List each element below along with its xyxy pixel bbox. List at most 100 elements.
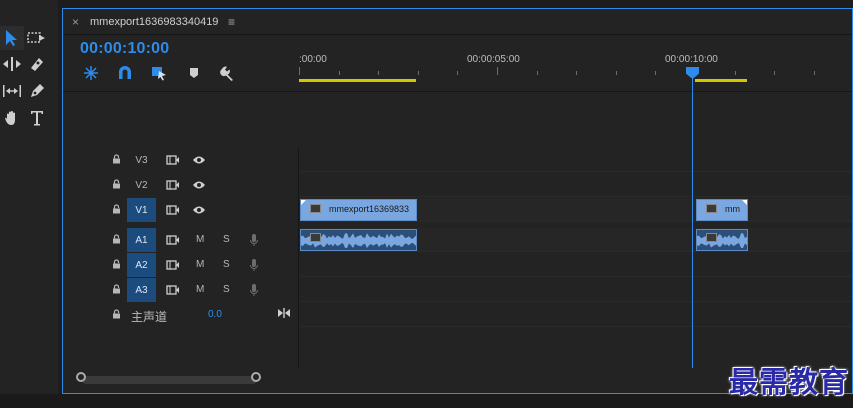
track-name-v1[interactable]: V1 [127,198,156,222]
ruler-tick [616,71,617,75]
sync-lock-film-icon[interactable] [166,234,180,246]
track-name-v3[interactable]: V3 [127,148,156,172]
sync-lock-film-icon[interactable] [166,179,180,191]
ruler-tick [814,71,815,75]
audio-clip[interactable] [300,229,417,251]
track-header-a1[interactable]: A1 M S [63,228,299,252]
fx-badge-icon [310,233,321,242]
lock-icon[interactable] [112,284,122,294]
sync-lock-film-icon[interactable] [166,284,180,296]
ruler-tick [774,71,775,75]
lock-icon[interactable] [112,154,122,164]
zoom-handle-left[interactable] [76,372,86,382]
slip-tool-icon[interactable] [0,79,24,103]
track-header-a2[interactable]: A2 M S [63,253,299,277]
ruler-tick [457,71,458,75]
sequence-tab-title[interactable]: mmexport1636983340419 [90,16,218,28]
track-lane-a1[interactable] [300,228,852,252]
voice-over-mic-icon[interactable] [249,233,259,247]
track-header-v3[interactable]: V3 [63,148,299,172]
mute-track-button[interactable]: M [196,259,204,270]
track-name-a1[interactable]: A1 [127,228,156,252]
fx-badge-icon [310,204,321,213]
hand-tool-icon[interactable] [0,106,24,130]
track-headers: V3 V2 V1 A1 M S A2 M S A3 M S 主声道 0.0 [63,148,299,368]
ripple-edit-tool-icon[interactable] [0,52,24,76]
selection-tool-icon[interactable] [0,26,24,50]
voice-over-mic-icon[interactable] [249,258,259,272]
timeline-panel: × mmexport1636983340419 ≡ 00:00:10:00 :0… [62,8,853,394]
audio-clip-2[interactable] [696,229,748,251]
track-lanes[interactable]: mmexport16369833 mm [300,148,852,368]
ruler-tick [418,71,419,75]
lock-icon[interactable] [112,259,122,269]
track-lane-v1[interactable]: mmexport16369833 mm [300,198,852,222]
mute-track-button[interactable]: M [196,234,204,245]
ruler-label-5s: 00:00:05:00 [467,54,520,65]
track-select-tool-icon[interactable] [25,26,49,50]
video-clip-2[interactable]: mm [696,199,748,221]
watermark-logo: 最需教育 [729,365,850,399]
razor-tool-icon[interactable] [25,52,49,76]
fx-badge-icon [706,233,717,242]
lock-icon[interactable] [112,179,122,189]
ruler-tick [339,71,340,75]
snap-magnet-icon[interactable] [116,64,134,82]
voice-over-mic-icon[interactable] [249,283,259,297]
time-ruler[interactable]: :00:00 00:00:05:00 00:00:10:00 [299,49,852,91]
lock-icon[interactable] [112,204,122,214]
track-lane-v3[interactable] [300,148,852,172]
ruler-tick [735,71,736,75]
video-clip[interactable]: mmexport16369833 [300,199,417,221]
work-area-bar-2[interactable] [695,79,747,82]
ruler-tick [655,71,656,75]
lock-icon[interactable] [112,309,122,319]
track-name-a2[interactable]: A2 [127,253,156,277]
ruler-label-10s: 00:00:10:00 [665,54,718,65]
track-header-a3[interactable]: A3 M S [63,278,299,302]
tools-panel [0,0,58,394]
solo-track-button[interactable]: S [223,234,230,245]
track-lane-a3[interactable] [300,278,852,302]
mute-track-button[interactable]: M [196,284,204,295]
clip-label: mm [725,204,740,214]
solo-track-button[interactable]: S [223,284,230,295]
solo-track-button[interactable]: S [223,259,230,270]
add-marker-icon[interactable] [185,64,203,82]
nest-sequence-icon[interactable] [82,64,100,82]
sync-lock-film-icon[interactable] [166,259,180,271]
toggle-output-eye-icon[interactable] [192,179,206,191]
track-header-v1[interactable]: V1 [63,198,299,222]
zoom-scroll-track[interactable] [82,376,257,384]
track-lane-a2[interactable] [300,253,852,277]
type-tool-icon[interactable] [25,106,49,130]
lock-icon[interactable] [112,234,122,244]
bottom-panel-edge [0,394,853,408]
panel-menu-icon[interactable]: ≡ [228,15,235,29]
zoom-handle-right[interactable] [251,372,261,382]
work-area-bar[interactable] [299,79,416,82]
clip-label: mmexport16369833 [329,204,410,214]
track-header-v2[interactable]: V2 [63,173,299,197]
track-lane-v2[interactable] [300,173,852,197]
close-tab-button[interactable]: × [72,15,79,29]
ruler-tick [378,71,379,75]
go-to-end-icon[interactable] [277,307,291,319]
ruler-label-0: :00:00 [299,54,327,65]
wrench-settings-icon[interactable] [218,64,236,82]
pen-tool-icon[interactable] [25,79,49,103]
panel-tab-bar: × mmexport1636983340419 ≡ [63,9,852,35]
toggle-output-eye-icon[interactable] [192,154,206,166]
master-volume-value[interactable]: 0.0 [208,309,222,320]
track-lane-master[interactable] [300,303,852,327]
track-name-v2[interactable]: V2 [127,173,156,197]
toggle-output-eye-icon[interactable] [192,204,206,216]
master-track-label: 主声道 [131,310,168,324]
linked-selection-icon[interactable] [150,64,168,82]
track-name-a3[interactable]: A3 [127,278,156,302]
track-header-master[interactable]: 主声道 0.0 [63,303,299,327]
playhead-line[interactable] [692,71,693,369]
sync-lock-film-icon[interactable] [166,204,180,216]
sync-lock-film-icon[interactable] [166,154,180,166]
playhead-timecode[interactable]: 00:00:10:00 [80,40,169,58]
